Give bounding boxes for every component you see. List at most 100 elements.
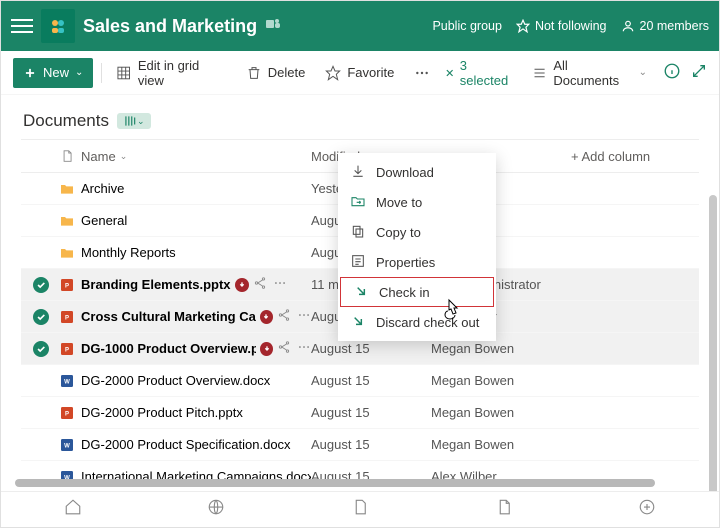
- modified-cell: August 15: [311, 373, 431, 388]
- menu-item-copy-to[interactable]: Copy to: [338, 217, 496, 247]
- library-icon[interactable]: ⌄: [117, 113, 151, 129]
- checked-out-icon: [235, 278, 249, 292]
- menu-item-label: Discard check out: [376, 315, 479, 330]
- file-name[interactable]: DG-2000 Product Pitch.pptx: [81, 405, 243, 420]
- menu-item-label: Move to: [376, 195, 422, 210]
- expand-button[interactable]: [691, 63, 707, 82]
- modified-by-cell: Megan Bowen: [431, 373, 571, 388]
- context-menu: Download Move to Copy to Properties Check in…: [338, 153, 496, 341]
- file-name[interactable]: DG-1000 Product Overview.p…: [81, 341, 256, 356]
- site-logo[interactable]: [41, 9, 75, 43]
- favorite-button[interactable]: Favorite: [319, 61, 400, 85]
- menu-item-discard-check-out[interactable]: Discard check out: [338, 307, 496, 337]
- row-overflow-icon[interactable]: [273, 276, 287, 293]
- menu-item-download[interactable]: Download: [338, 157, 496, 187]
- menu-item-icon: [350, 193, 366, 212]
- clear-selection-button[interactable]: 3 selected: [444, 58, 516, 88]
- checked-out-icon: [260, 310, 273, 324]
- checkmark-icon[interactable]: [33, 341, 49, 357]
- share-icon[interactable]: [277, 340, 291, 357]
- chevron-down-icon: ⌄: [639, 67, 647, 78]
- checked-out-icon: [260, 342, 273, 356]
- delete-button[interactable]: Delete: [240, 61, 312, 85]
- file-name[interactable]: General: [81, 213, 127, 228]
- table-row[interactable]: P DG-2000 Product Pitch.pptx August 15Meg…: [21, 397, 699, 429]
- site-header: Sales and Marketing Public group Not fol…: [1, 1, 719, 51]
- checkmark-icon[interactable]: [33, 277, 49, 293]
- svg-text:P: P: [65, 315, 69, 321]
- modified-cell: August 15: [311, 405, 431, 420]
- file-icon-2[interactable]: [495, 498, 513, 521]
- modified-cell: August 15: [311, 341, 431, 356]
- group-type-label: Public group: [432, 19, 502, 33]
- file-type-icon: W: [59, 437, 75, 453]
- file-name[interactable]: Archive: [81, 181, 124, 196]
- file-icon[interactable]: [351, 498, 369, 521]
- table-row[interactable]: WDG-2000 Product Specification.docx Augu…: [21, 429, 699, 461]
- menu-item-icon: [350, 223, 366, 242]
- hamburger-menu-icon[interactable]: [11, 15, 33, 37]
- globe-icon[interactable]: [207, 498, 225, 521]
- menu-item-label: Copy to: [376, 225, 421, 240]
- menu-item-properties[interactable]: Properties: [338, 247, 496, 277]
- vertical-scrollbar[interactable]: [709, 195, 717, 491]
- file-type-icon: [59, 181, 75, 197]
- column-name[interactable]: Name⌄: [81, 149, 311, 164]
- menu-item-check-in[interactable]: Check in: [340, 277, 494, 307]
- share-icon[interactable]: [253, 276, 267, 293]
- follow-label: Not following: [535, 19, 607, 33]
- file-type-icon: W: [59, 373, 75, 389]
- menu-item-icon: [350, 313, 366, 332]
- menu-item-icon: [350, 253, 366, 272]
- add-column-button[interactable]: + Add column: [571, 149, 671, 164]
- menu-item-move-to[interactable]: Move to: [338, 187, 496, 217]
- chevron-down-icon: ⌄: [120, 151, 128, 162]
- bottom-nav: [1, 491, 719, 527]
- file-name[interactable]: Branding Elements.pptx: [81, 277, 231, 292]
- new-label: New: [43, 65, 69, 80]
- new-button[interactable]: New ⌄: [13, 58, 93, 88]
- edit-grid-button[interactable]: Edit in grid view: [110, 54, 231, 92]
- teams-icon[interactable]: [265, 16, 281, 37]
- header-right: Public group Not following 20 members: [432, 19, 709, 33]
- add-icon[interactable]: [638, 498, 656, 521]
- menu-item-label: Check in: [379, 285, 430, 300]
- command-bar: New ⌄ Edit in grid view Delete Favorite …: [1, 51, 719, 95]
- file-name[interactable]: Monthly Reports: [81, 245, 176, 260]
- file-name[interactable]: DG-2000 Product Overview.docx: [81, 373, 270, 388]
- home-icon[interactable]: [64, 498, 82, 521]
- menu-item-icon: [350, 163, 366, 182]
- follow-button[interactable]: Not following: [516, 19, 607, 33]
- horizontal-scrollbar[interactable]: [15, 479, 655, 487]
- members-label: 20 members: [640, 19, 709, 33]
- chevron-down-icon: ⌄: [75, 67, 83, 78]
- members-button[interactable]: 20 members: [621, 19, 709, 33]
- file-type-icon: [59, 245, 75, 261]
- table-row[interactable]: W DG-2000 Product Overview.docx August 15…: [21, 365, 699, 397]
- svg-text:P: P: [65, 347, 69, 353]
- row-overflow-icon[interactable]: [297, 308, 311, 325]
- view-selector[interactable]: All Documents ⌄: [526, 54, 653, 92]
- overflow-button[interactable]: [408, 61, 436, 85]
- content-area: Documents ⌄ Name⌄ Modified Modified By +…: [1, 95, 719, 491]
- file-type-icon: P: [59, 277, 75, 293]
- column-type-icon[interactable]: [53, 149, 81, 163]
- row-overflow-icon[interactable]: [297, 340, 311, 357]
- file-type-icon: [59, 213, 75, 229]
- page-title: Documents: [23, 111, 109, 131]
- file-type-icon: P: [59, 341, 75, 357]
- file-type-icon: P: [59, 405, 75, 421]
- share-icon[interactable]: [277, 308, 291, 325]
- site-title: Sales and Marketing: [83, 16, 257, 37]
- divider: [101, 63, 102, 83]
- file-name[interactable]: DG-2000 Product Specification.docx: [81, 437, 291, 452]
- menu-item-label: Properties: [376, 255, 435, 270]
- modified-by-cell: Megan Bowen: [431, 437, 571, 452]
- modified-by-cell: Megan Bowen: [431, 405, 571, 420]
- selected-count: 3 selected: [460, 58, 516, 88]
- svg-text:P: P: [65, 283, 69, 289]
- info-button[interactable]: [663, 62, 681, 83]
- svg-text:W: W: [64, 379, 70, 385]
- checkmark-icon[interactable]: [33, 309, 49, 325]
- file-name[interactable]: Cross Cultural Marketing Ca…: [81, 309, 256, 324]
